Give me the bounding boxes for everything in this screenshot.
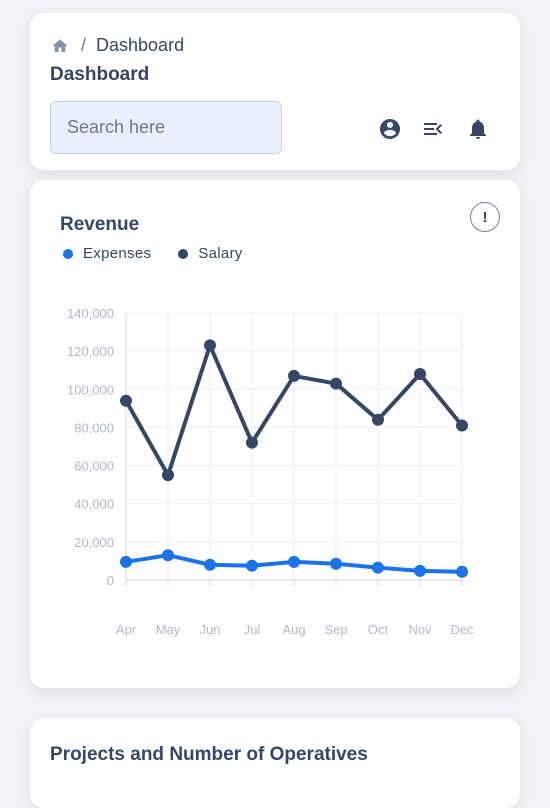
- home-icon[interactable]: [51, 37, 69, 55]
- y-tick-label: 20,000: [74, 535, 114, 550]
- legend-dot-expenses: [63, 248, 73, 259]
- data-point-salary: [162, 469, 174, 482]
- chart-legend: Expenses Salary: [63, 245, 270, 262]
- x-tick-label: Aug: [282, 622, 305, 637]
- legend-label-expenses: Expenses: [83, 245, 152, 262]
- y-tick-label: 120,000: [67, 344, 114, 359]
- x-tick-label: Apr: [116, 622, 137, 637]
- x-tick-label: Oct: [368, 622, 389, 637]
- data-point-salary: [414, 368, 426, 381]
- data-point-salary: [246, 436, 258, 449]
- page-title: Dashboard: [50, 64, 150, 85]
- y-tick-label: 40,000: [74, 497, 114, 512]
- data-point-salary: [456, 419, 468, 432]
- menu-open-icon[interactable]: [421, 117, 445, 141]
- data-point-expenses: [288, 555, 300, 568]
- x-tick-label: Jun: [200, 622, 221, 637]
- legend-item-salary[interactable]: Salary: [178, 245, 242, 262]
- data-point-salary: [330, 377, 342, 390]
- data-point-expenses: [120, 555, 132, 568]
- data-point-expenses: [456, 565, 468, 578]
- breadcrumb-current: Dashboard: [96, 35, 185, 55]
- legend-dot-salary: [178, 248, 189, 259]
- data-point-salary: [120, 394, 132, 407]
- info-icon[interactable]: !: [470, 202, 500, 232]
- data-point-salary: [372, 413, 384, 426]
- search-input[interactable]: [50, 101, 282, 154]
- data-point-expenses: [246, 559, 258, 572]
- legend-label-salary: Salary: [198, 245, 243, 262]
- y-tick-label: 0: [107, 573, 114, 588]
- y-tick-label: 80,000: [74, 420, 114, 435]
- y-tick-label: 60,000: [74, 459, 114, 474]
- breadcrumb: / Dashboard: [51, 35, 184, 56]
- legend-item-expenses[interactable]: Expenses: [63, 245, 151, 262]
- x-tick-label: Dec: [450, 622, 474, 637]
- breadcrumb-separator: /: [81, 35, 87, 55]
- x-tick-label: Nov: [408, 622, 432, 637]
- x-tick-label: Jul: [244, 622, 261, 637]
- projects-card: Projects and Number of Operatives: [30, 718, 520, 808]
- header-card: / Dashboard Dashboard: [30, 13, 520, 170]
- projects-title: Projects and Number of Operatives: [50, 744, 368, 765]
- bell-icon[interactable]: [466, 117, 490, 141]
- data-point-expenses: [162, 549, 174, 562]
- y-tick-label: 100,000: [67, 382, 114, 397]
- y-tick-label: 140,000: [67, 306, 114, 321]
- data-point-expenses: [372, 561, 384, 574]
- x-tick-label: Sep: [324, 622, 347, 637]
- revenue-title: Revenue: [60, 214, 140, 235]
- data-point-expenses: [330, 557, 342, 570]
- data-point-expenses: [204, 558, 216, 571]
- revenue-card: 0 20,000 40,000 60,000 80,000 100,000 120,000 1…: [30, 180, 520, 688]
- data-point-expenses: [414, 564, 426, 577]
- data-point-salary: [288, 369, 300, 382]
- account-circle-icon[interactable]: [378, 117, 402, 141]
- x-tick-label: May: [156, 622, 181, 637]
- data-point-salary: [204, 339, 216, 352]
